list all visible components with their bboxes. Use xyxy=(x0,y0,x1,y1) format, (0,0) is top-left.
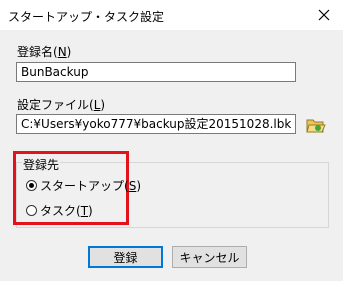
radio-startup-label: スタートアップ(S) xyxy=(40,179,141,193)
reg-name-input[interactable]: BunBackup xyxy=(16,62,296,82)
settings-file-label: 設定ファイル(L) xyxy=(17,98,106,112)
close-icon xyxy=(318,9,330,21)
radio-task-label: タスク(T) xyxy=(40,204,93,218)
close-button[interactable] xyxy=(313,5,335,25)
title-bar: スタートアップ・タスク設定 xyxy=(0,0,343,30)
cancel-button[interactable]: キャンセル xyxy=(172,246,247,268)
folder-open-icon xyxy=(306,119,326,133)
settings-file-input[interactable]: C:¥Users¥yoko777¥backup設定20151028.lbk xyxy=(16,114,296,134)
register-button[interactable]: 登録 xyxy=(88,246,163,268)
radio-startup-indicator xyxy=(26,180,37,191)
radio-task[interactable]: タスク(T) xyxy=(26,202,93,219)
destination-group-title: 登録先 xyxy=(22,156,61,173)
reg-name-label: 登録名(N) xyxy=(17,45,72,59)
browse-folder-button[interactable] xyxy=(305,114,327,136)
radio-task-indicator xyxy=(26,205,37,216)
window-title: スタートアップ・タスク設定 xyxy=(8,10,165,24)
radio-startup[interactable]: スタートアップ(S) xyxy=(26,177,141,194)
